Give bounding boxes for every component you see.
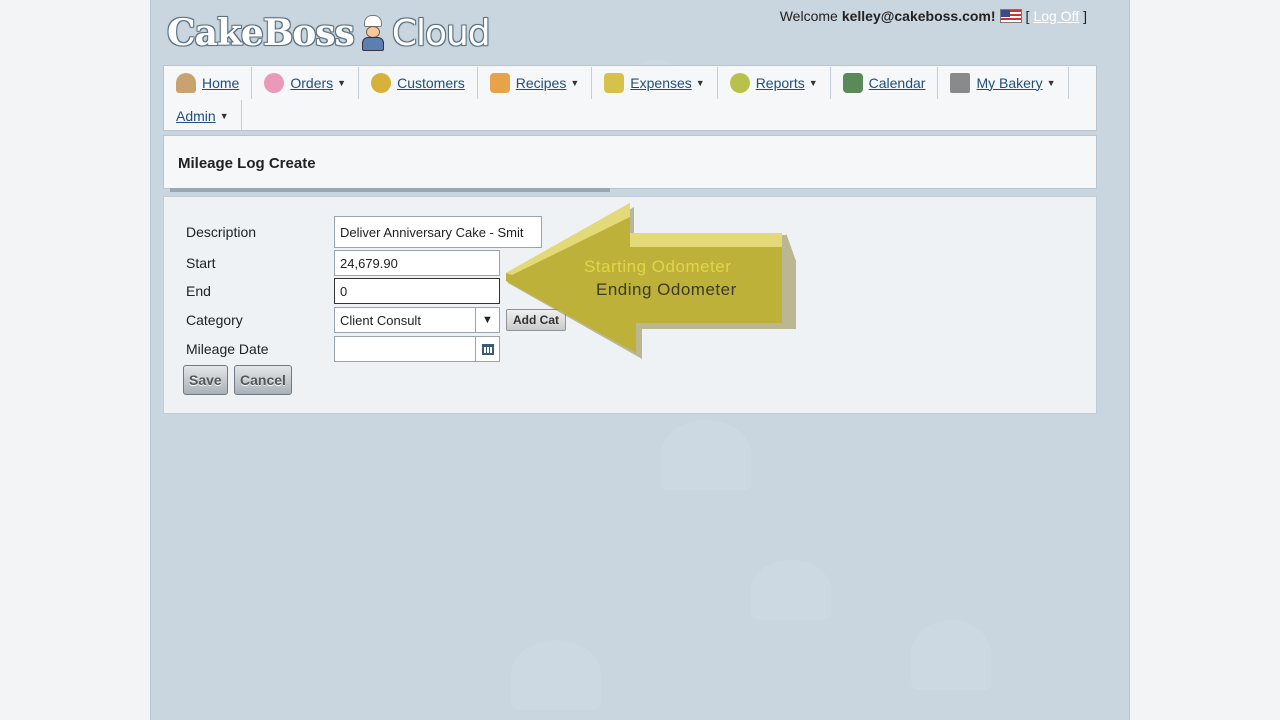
chevron-down-icon: ▼ — [219, 110, 229, 121]
cake-icon — [264, 72, 285, 93]
calendar-icon — [842, 72, 863, 93]
nav-label: Calendar — [868, 74, 926, 91]
people-icon — [371, 72, 392, 93]
description-row: Description Deliver Anniversary Cake - S… — [186, 216, 542, 248]
dropdown-arrow-icon[interactable]: ▼ — [475, 307, 499, 333]
title-divider — [170, 188, 610, 192]
recipe-book-icon — [489, 72, 510, 93]
mileage-date-input[interactable] — [334, 336, 500, 362]
chef-icon — [358, 15, 388, 51]
nav-label: Customers — [397, 74, 465, 91]
nav-my-bakery[interactable]: My Bakery ▼ — [938, 66, 1069, 99]
tools-icon — [950, 72, 971, 93]
nav-label: My Bakery — [976, 74, 1043, 91]
callout-ending-text: Ending Odometer — [596, 280, 737, 299]
logout-link[interactable]: Log Off — [1033, 8, 1079, 24]
category-label: Category — [186, 312, 243, 328]
chart-icon — [729, 72, 750, 93]
category-value: Client Consult — [340, 312, 421, 328]
page-title-bar: Mileage Log Create — [163, 135, 1097, 192]
nav-admin[interactable]: Admin ▼ — [164, 99, 242, 132]
page-title: Mileage Log Create — [178, 155, 316, 172]
nav-reports[interactable]: Reports ▼ — [718, 66, 831, 99]
decorative-cake — [511, 640, 601, 710]
decorative-cake — [751, 560, 831, 620]
chevron-down-icon: ▼ — [570, 77, 580, 88]
logo-cloud-text: Cloud — [391, 12, 491, 54]
nav-label: Home — [202, 74, 240, 91]
end-label: End — [186, 283, 211, 299]
welcome-bar: Welcome kelley@cakeboss.com! [ Log Off ] — [780, 8, 1087, 24]
nav-expenses[interactable]: Expenses ▼ — [592, 66, 718, 99]
nav-label: Recipes — [515, 74, 567, 91]
bracket-close: ] — [1083, 8, 1087, 24]
nav-home[interactable]: Home — [164, 66, 253, 99]
chevron-down-icon: ▼ — [1046, 77, 1056, 88]
chevron-down-icon: ▼ — [337, 77, 347, 88]
start-row: Start 24,679.90 — [186, 250, 500, 276]
start-value: 24,679.90 — [340, 255, 398, 271]
cancel-button[interactable]: Cancel — [234, 365, 292, 395]
start-label: Start — [186, 255, 216, 271]
nav-calendar[interactable]: Calendar — [831, 66, 939, 99]
calendar-icon[interactable] — [475, 336, 499, 362]
callout-starting-text: Starting Odometer — [584, 257, 732, 276]
chevron-down-icon: ▼ — [695, 77, 705, 88]
save-button[interactable]: Save — [183, 365, 228, 395]
start-input[interactable]: 24,679.90 — [334, 250, 500, 276]
nav-recipes[interactable]: Recipes ▼ — [478, 66, 593, 99]
bracket-open: [ — [1025, 8, 1030, 24]
nav-label: Reports — [755, 74, 805, 91]
nav-label: Expenses — [630, 74, 692, 91]
category-select[interactable]: Client Consult ▼ — [334, 307, 500, 333]
odometer-callout-arrow: Starting Odometer Ending Odometer — [506, 203, 801, 363]
main-nav: Home Orders ▼ Customers Recipes ▼ Expens… — [163, 65, 1097, 132]
nav-customers[interactable]: Customers — [359, 66, 478, 99]
decorative-cake — [661, 420, 751, 490]
nav-orders[interactable]: Orders ▼ — [252, 66, 360, 99]
user-email: kelley@cakeboss.com! — [841, 8, 996, 24]
us-flag-icon[interactable] — [999, 9, 1022, 23]
page-background: CakeBoss Cloud Welcome kelley@cakeboss.c… — [150, 0, 1130, 720]
description-value: Deliver Anniversary Cake - Smit — [340, 224, 524, 240]
cash-register-icon — [604, 72, 625, 93]
mileage-date-row: Mileage Date — [186, 336, 500, 362]
nav-label: Admin — [176, 107, 216, 124]
end-row: End 0 — [186, 278, 500, 304]
welcome-text: Welcome — [779, 8, 838, 24]
decorative-cake — [911, 620, 991, 690]
end-input[interactable]: 0 — [334, 278, 500, 304]
chef-icon — [176, 72, 196, 93]
chevron-down-icon: ▼ — [808, 77, 818, 88]
cakeboss-logo[interactable]: CakeBoss Cloud — [167, 10, 491, 56]
logo-text: CakeBoss — [167, 12, 355, 54]
description-label: Description — [186, 224, 257, 240]
nav-label: Orders — [290, 74, 334, 91]
mileage-date-label: Mileage Date — [186, 341, 269, 357]
end-value: 0 — [340, 283, 348, 299]
